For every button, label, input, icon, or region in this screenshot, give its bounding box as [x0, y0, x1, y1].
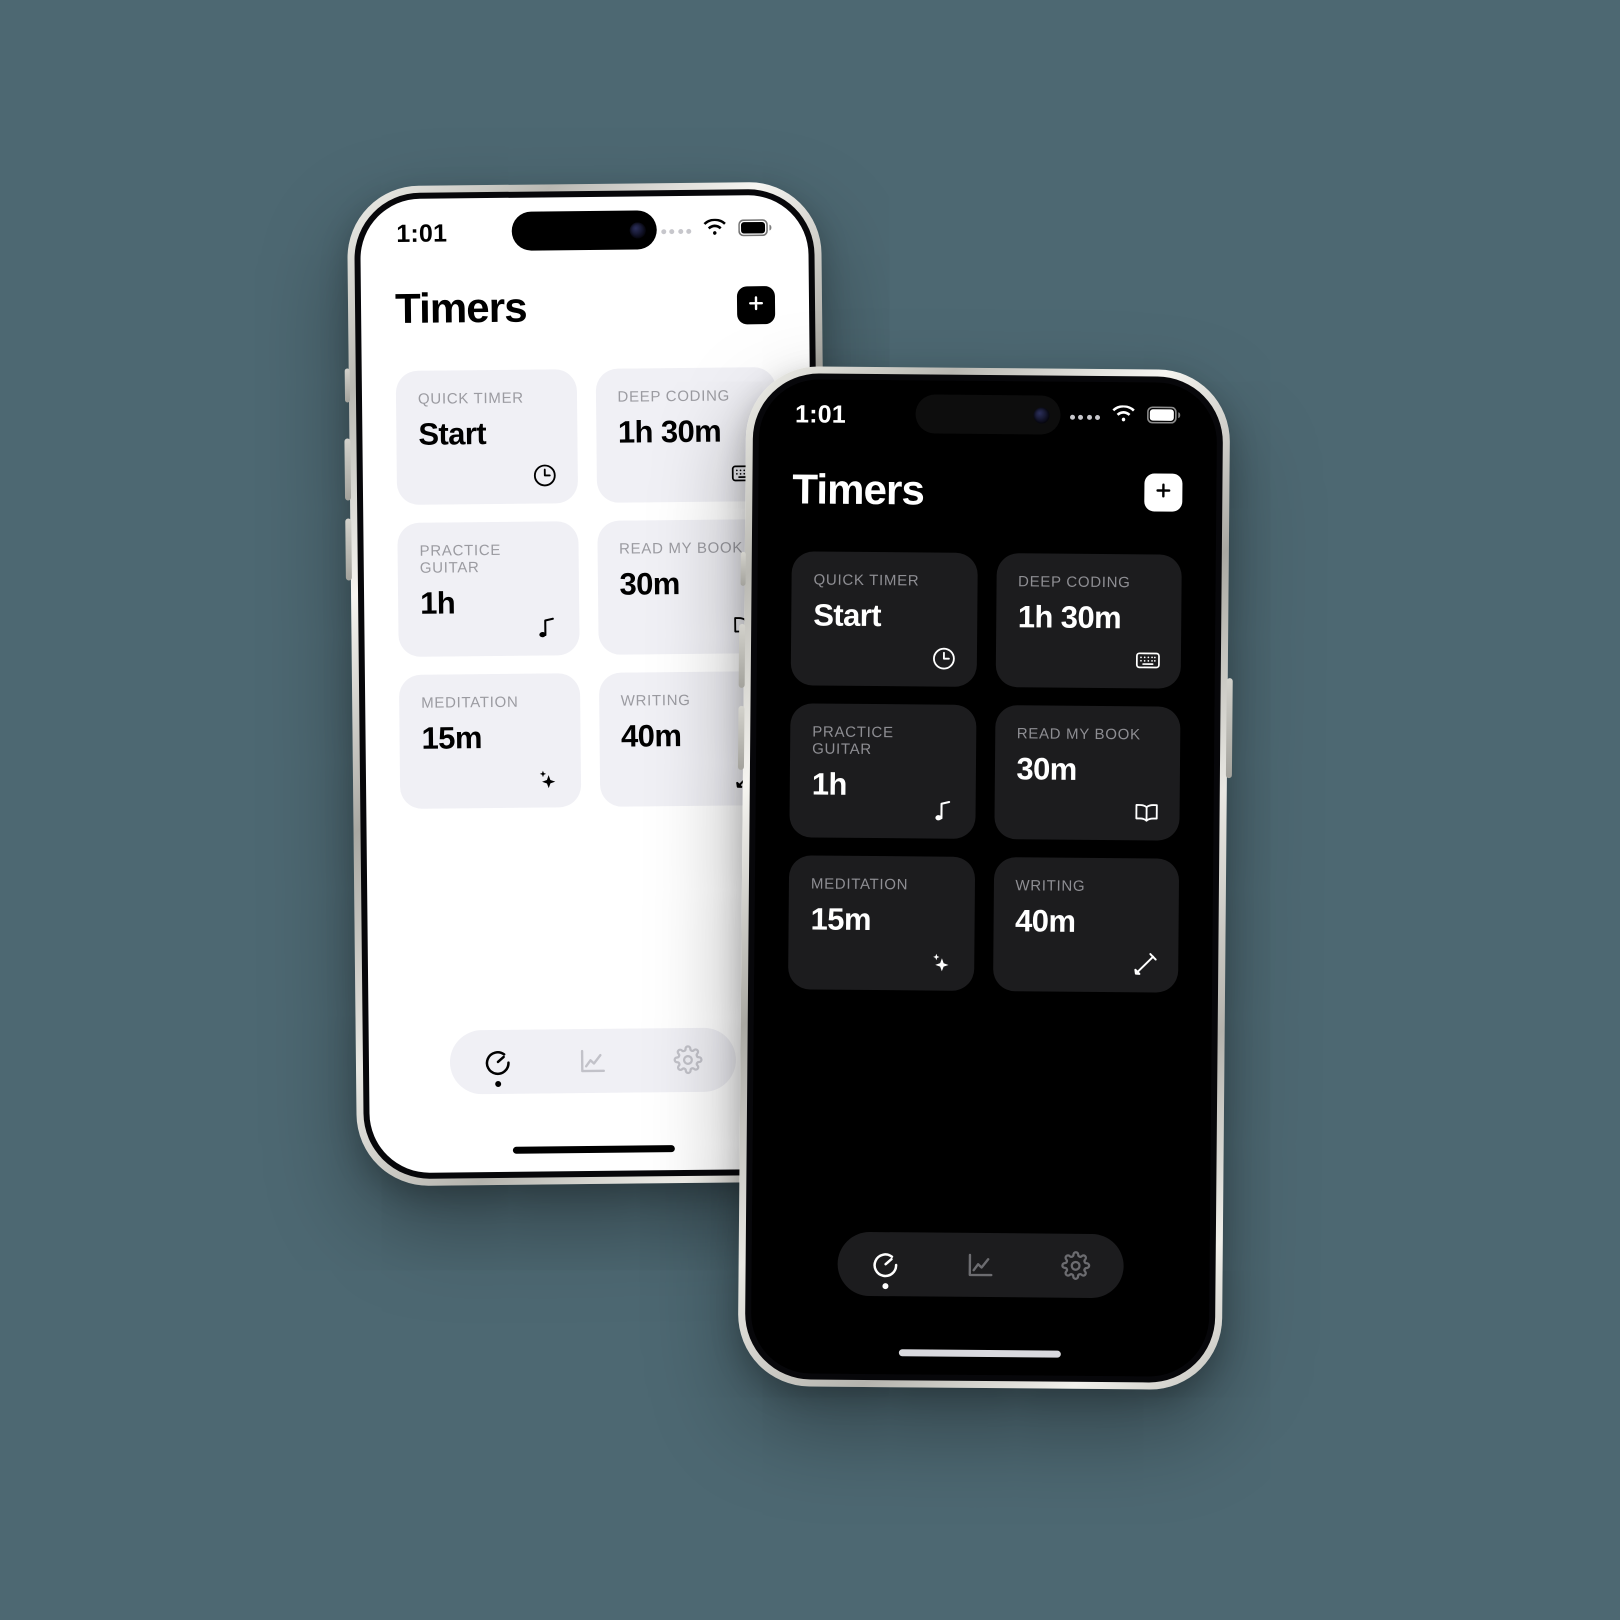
timer-card-label: PRACTICE GUITAR	[419, 541, 502, 577]
timer-card-value: Start	[813, 597, 882, 634]
volume-up-button[interactable]	[344, 438, 352, 501]
timer-card-label: QUICK TIMER	[813, 571, 920, 590]
home-indicator	[512, 1145, 675, 1154]
timer-card-label: DEEP CODING	[617, 387, 731, 406]
gear-icon	[1061, 1251, 1091, 1280]
timer-card-value: 1h 30m	[1017, 599, 1122, 636]
timer-card-value: 15m	[810, 901, 872, 938]
timer-card-label: WRITING	[620, 691, 691, 710]
sparkles-icon	[928, 950, 954, 976]
home-indicator	[898, 1349, 1061, 1358]
timer-card-meditation[interactable]: MEDITATION 15m	[398, 673, 581, 809]
clock-icon	[531, 462, 557, 488]
status-time: 1:01	[396, 218, 448, 248]
chart-line-icon	[580, 1049, 605, 1073]
dynamic-island	[511, 210, 657, 251]
timer-card-practice-guitar[interactable]: PRACTICE GUITAR 1h	[397, 521, 580, 657]
tab-bar	[837, 1231, 1124, 1299]
timer-card-value: 1h 30m	[617, 413, 722, 450]
tab-settings[interactable]	[1048, 1243, 1104, 1289]
pencil-icon	[1132, 951, 1158, 977]
app-header: Timers	[361, 281, 809, 334]
volume-down-button[interactable]	[737, 705, 745, 770]
status-time: 1:01	[794, 399, 847, 429]
add-timer-button[interactable]	[1144, 473, 1183, 512]
volume-down-button[interactable]	[345, 518, 352, 581]
timer-card-label: READ MY BOOK	[1016, 725, 1141, 744]
power-button[interactable]	[1225, 678, 1233, 779]
screenshot-stage: 1:01 Timers QUICK TIMER Start DEEP CODIN…	[0, 0, 1620, 1620]
tab-settings[interactable]	[660, 1037, 716, 1084]
timer-card-meditation[interactable]: MEDITATION 15m	[788, 855, 975, 991]
book-icon	[1133, 799, 1159, 825]
phone-dark-mockup: 1:01 Timers QUICK TIMER Start DEEP CODIN…	[737, 365, 1233, 1391]
dynamic-island	[915, 394, 1061, 435]
timer-icon	[485, 1051, 510, 1075]
tab-timers[interactable]	[857, 1241, 913, 1287]
battery-icon	[738, 219, 772, 241]
app-header: Timers	[758, 465, 1216, 517]
timer-card-value: 40m	[1014, 903, 1076, 939]
add-timer-button[interactable]	[736, 286, 776, 325]
tab-stats[interactable]	[565, 1038, 621, 1085]
music-note-icon	[929, 798, 955, 824]
timer-card-read-my-book[interactable]: READ MY BOOK 30m	[993, 705, 1181, 841]
timer-card-deep-coding[interactable]: DEEP CODING 1h 30m	[995, 553, 1182, 689]
music-note-icon	[533, 614, 559, 640]
cellular-dots-icon	[660, 228, 692, 234]
tab-bar	[449, 1027, 737, 1095]
timer-card-value: 30m	[619, 566, 680, 602]
battery-icon	[1147, 406, 1181, 428]
wifi-icon	[1111, 405, 1136, 429]
timer-card-label: QUICK TIMER	[417, 389, 524, 408]
timer-card-value: 30m	[1016, 751, 1077, 787]
timer-card-label: PRACTICE GUITAR	[812, 723, 894, 759]
page-title: Timers	[394, 283, 527, 333]
volume-up-button[interactable]	[738, 623, 746, 688]
timer-card-value: 15m	[421, 720, 482, 756]
cellular-dots-icon	[1069, 414, 1101, 420]
timer-card-label: MEDITATION	[421, 693, 519, 712]
timer-card-quick-timer[interactable]: QUICK TIMER Start	[790, 551, 978, 687]
page-title: Timers	[792, 465, 925, 514]
wifi-icon	[702, 218, 727, 243]
timer-icon	[873, 1253, 898, 1278]
silent-switch[interactable]	[740, 551, 746, 586]
chart-line-icon	[968, 1253, 993, 1277]
timer-card-quick-timer[interactable]: QUICK TIMER Start	[395, 369, 578, 505]
plus-icon	[1153, 480, 1173, 505]
status-indicators	[1069, 405, 1181, 430]
front-camera-lens	[629, 221, 646, 239]
clock-icon	[930, 646, 956, 672]
timer-card-writing[interactable]: WRITING 40m	[992, 857, 1180, 993]
timer-card-value: Start	[418, 416, 487, 452]
timer-grid: QUICK TIMER Start DEEP CODING 1h 30m PRA…	[754, 551, 1216, 993]
silent-switch[interactable]	[344, 368, 351, 403]
sparkles-icon	[534, 766, 560, 792]
keyboard-icon	[1135, 647, 1161, 673]
timer-card-label: MEDITATION	[810, 875, 909, 894]
timer-card-label: READ MY BOOK	[619, 539, 744, 558]
phone-screen-dark: 1:01 Timers QUICK TIMER Start DEEP CODIN…	[750, 379, 1218, 1377]
timer-card-label: DEEP CODING	[1018, 573, 1131, 592]
status-indicators	[660, 218, 773, 243]
front-camera-lens	[1033, 406, 1050, 424]
plus-icon	[746, 293, 766, 318]
tab-timers[interactable]	[469, 1039, 525, 1086]
timer-card-practice-guitar[interactable]: PRACTICE GUITAR 1h	[789, 703, 977, 839]
timer-card-label: WRITING	[1015, 877, 1086, 895]
gear-icon	[673, 1045, 703, 1075]
tab-stats[interactable]	[952, 1242, 1008, 1288]
